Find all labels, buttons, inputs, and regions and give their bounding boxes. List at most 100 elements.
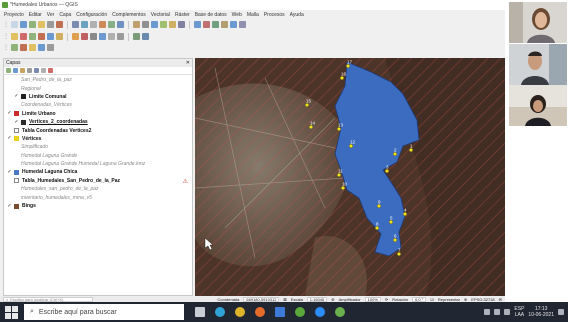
toolbar-tool-icon[interactable] — [117, 33, 124, 40]
toolbar-tool-icon[interactable] — [99, 33, 106, 40]
toolbar-tool-icon[interactable] — [38, 33, 45, 40]
layer-row[interactable]: Tabla Coordenadas Vertices2 — [4, 126, 192, 134]
toolbar-tool-icon[interactable] — [81, 33, 88, 40]
mail-icon[interactable] — [272, 304, 288, 320]
manage-map-themes-icon[interactable] — [20, 68, 25, 73]
toolbar-tool-icon[interactable] — [194, 21, 201, 28]
toolbar-tool-icon[interactable] — [99, 21, 106, 28]
map-canvas[interactable]: 17 16 15 14 13 12 11 10 9 8 7 6 5 4 3 2 1 — [195, 58, 505, 296]
vertex-point[interactable] — [305, 103, 309, 107]
toolbar-tool-icon[interactable] — [11, 21, 18, 28]
toolbar-tool-icon[interactable] — [142, 21, 149, 28]
menu-procesos[interactable]: Procesos — [264, 12, 285, 18]
menu-proyecto[interactable]: Proyecto — [4, 12, 24, 18]
layer-row[interactable]: Coordenadas_Vértices — [4, 101, 192, 109]
layer-row[interactable]: ✓ Limite Comunal — [4, 93, 192, 101]
layer-row[interactable]: Regional — [4, 84, 192, 92]
vertex-point[interactable] — [385, 169, 389, 173]
filter-legend-icon[interactable] — [27, 68, 32, 73]
layer-visibility-checkbox[interactable]: ✓ — [14, 119, 19, 125]
toolbar-tool-icon[interactable] — [90, 21, 97, 28]
toolbar-tool-icon[interactable] — [38, 21, 45, 28]
toolbar-tool-icon[interactable] — [29, 21, 36, 28]
participant-video-3[interactable] — [509, 85, 567, 126]
vertex-point[interactable] — [409, 148, 413, 152]
vertex-point[interactable] — [340, 76, 344, 80]
layer-row[interactable]: Humedal Laguna Grande Humedal Laguna Gra… — [4, 160, 192, 168]
vertex-point[interactable] — [389, 220, 393, 224]
toolbar-tool-icon[interactable] — [108, 21, 115, 28]
menu-ayuda[interactable]: Ayuda — [290, 12, 304, 18]
expand-all-icon[interactable] — [34, 68, 39, 73]
toolbar-tool-icon[interactable] — [29, 44, 36, 51]
toolbar-tool-icon[interactable] — [133, 21, 140, 28]
layer-visibility-checkbox[interactable]: ✓ — [7, 203, 12, 209]
toolbar-tool-icon[interactable] — [239, 21, 246, 28]
participant-video-1[interactable] — [509, 2, 567, 43]
toolbar-tool-icon[interactable] — [212, 21, 219, 28]
toolbar-tool-icon[interactable] — [117, 21, 124, 28]
layer-row[interactable]: Simplificado — [4, 143, 192, 151]
toolbar-tool-icon[interactable] — [142, 33, 149, 40]
layer-visibility-checkbox[interactable]: ✓ — [7, 136, 12, 141]
qgis-taskbar-icon-2[interactable] — [332, 304, 348, 320]
toolbar-tool-icon[interactable] — [38, 44, 45, 51]
toolbar-tool-icon[interactable] — [178, 21, 185, 28]
panel-close-icon[interactable]: ✕ — [186, 60, 190, 66]
layer-row[interactable]: Humedales_san_pedro_de_la_paz — [4, 185, 192, 193]
vertex-point[interactable] — [375, 226, 379, 230]
edge-icon[interactable] — [212, 304, 228, 320]
layer-row[interactable]: San_Pedro_de_la_paz — [4, 76, 192, 84]
collapse-all-icon[interactable] — [41, 68, 46, 73]
layer-row[interactable]: Humedal Laguna Grande — [4, 152, 192, 160]
network-icon[interactable] — [494, 309, 501, 315]
layer-visibility-checkbox[interactable] — [14, 86, 19, 91]
toolbar-tool-icon[interactable] — [90, 33, 97, 40]
menu-vectorial[interactable]: Vectorial — [151, 12, 170, 18]
toolbar-tool-icon[interactable] — [56, 21, 63, 28]
vertex-point[interactable] — [393, 238, 397, 242]
toolbar-tool-icon[interactable] — [47, 21, 54, 28]
toolbar-tool-icon[interactable] — [203, 21, 210, 28]
toolbar-tool-icon[interactable] — [29, 33, 36, 40]
layer-visibility-checkbox[interactable] — [7, 128, 12, 133]
open-styling-icon[interactable] — [6, 68, 11, 73]
vertex-point[interactable] — [393, 152, 397, 156]
layer-visibility-checkbox[interactable] — [14, 103, 19, 108]
toolbar-tool-icon[interactable] — [47, 44, 54, 51]
toolbar-tool-icon[interactable] — [81, 21, 88, 28]
locator-search-field[interactable]: ⌕ Escriba para localizar (Ctrl+K) — [3, 296, 93, 302]
vertex-point[interactable] — [346, 64, 350, 68]
layer-visibility-checkbox[interactable]: ✓ — [14, 94, 19, 99]
menu-ver[interactable]: Ver — [47, 12, 55, 18]
language-indicator[interactable]: ESP LAA — [514, 306, 524, 318]
participant-video-2[interactable] — [509, 44, 567, 85]
render-checkbox[interactable]: ☑ — [430, 297, 434, 302]
crs-button[interactable]: EPSG:32718 — [471, 297, 494, 302]
vertex-point[interactable] — [349, 144, 353, 148]
messages-icon[interactable]: ✉ — [499, 297, 502, 302]
toolbar-tool-icon[interactable] — [20, 44, 27, 51]
layer-row[interactable]: ✓ Vertices_2_coordenadas — [4, 118, 192, 126]
toolbar-tool-icon[interactable] — [221, 21, 228, 28]
vertex-point[interactable] — [397, 252, 401, 256]
toolbar-tool-icon[interactable] — [230, 21, 237, 28]
layer-visibility-checkbox[interactable] — [14, 153, 19, 158]
layer-visibility-checkbox[interactable] — [14, 162, 19, 167]
vertex-point[interactable] — [403, 212, 407, 216]
layer-visibility-checkbox[interactable] — [14, 187, 19, 192]
toolbar-tool-icon[interactable] — [160, 21, 167, 28]
menu-complementos[interactable]: Complementos — [112, 12, 146, 18]
chrome-icon[interactable] — [232, 304, 248, 320]
menu-base-de-datos[interactable]: Base de datos — [195, 12, 227, 18]
toolbar-tool-icon[interactable] — [72, 21, 79, 28]
rotation-field[interactable]: 0,0 ° — [412, 296, 427, 302]
toolbar-tool-icon[interactable] — [151, 21, 158, 28]
layer-row[interactable]: ✓ Bings — [4, 202, 192, 210]
toolbar-tool-icon[interactable] — [56, 33, 63, 40]
vertex-point[interactable] — [341, 186, 345, 190]
vertex-point[interactable] — [337, 127, 341, 131]
remove-layer-icon[interactable] — [48, 68, 53, 73]
toolbar-tool-icon[interactable] — [169, 21, 176, 28]
menu-raster[interactable]: Ráster — [175, 12, 190, 18]
